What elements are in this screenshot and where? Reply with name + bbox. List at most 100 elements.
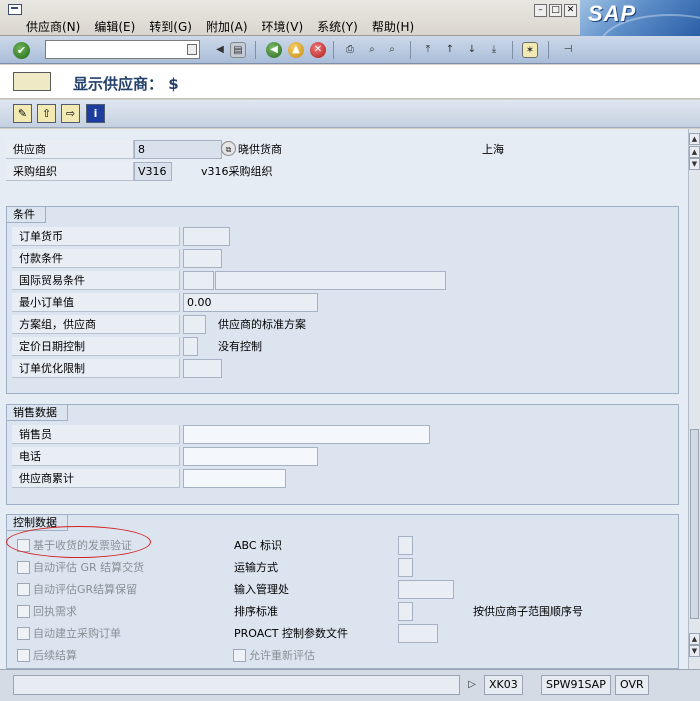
vendor-field[interactable]: 8: [134, 140, 222, 159]
save-icon[interactable]: ▤: [230, 42, 246, 58]
customs-office-field[interactable]: [398, 580, 454, 599]
maximize-icon[interactable]: □: [549, 4, 562, 17]
ers-delivery-checkbox[interactable]: [17, 561, 30, 574]
prev-page-icon[interactable]: ↑: [442, 42, 458, 58]
status-transaction: XK03: [484, 675, 523, 695]
ers-delivery-label: 自动评估 GR 结算交货: [33, 561, 145, 574]
menu-vendor[interactable]: 供应商(N): [26, 18, 86, 35]
order-currency-label: 订单货币: [12, 227, 180, 246]
vertical-scrollbar[interactable]: ▲ ▲ ▼ ▲ ▼: [688, 129, 700, 669]
scroll-up-icon[interactable]: ▲: [689, 146, 700, 158]
menu-environment[interactable]: 环境(V): [262, 18, 310, 35]
first-page-icon[interactable]: ⤒: [420, 42, 436, 58]
menu-extras[interactable]: 附加(A): [206, 18, 254, 35]
scroll-thumb[interactable]: [690, 429, 699, 619]
status-expand-icon[interactable]: ▷: [466, 677, 478, 693]
purchasing-org-field[interactable]: V316: [134, 162, 172, 181]
status-message: [13, 675, 460, 695]
other-vendor-icon[interactable]: ⇧: [37, 104, 56, 123]
min-order-value-label: 最小订单值: [12, 293, 180, 312]
command-input[interactable]: [46, 41, 182, 58]
customs-office-label: 输入管理处: [234, 583, 289, 596]
vendor-acc-field[interactable]: [183, 469, 286, 488]
exit-icon[interactable]: ▲: [288, 42, 304, 58]
payment-terms-field[interactable]: [183, 249, 222, 268]
info-icon[interactable]: i: [86, 104, 105, 123]
scroll-bottom-up-icon[interactable]: ▼: [689, 645, 700, 657]
page-title: 显示供应商： $: [73, 75, 179, 93]
purchasing-org-label: 采购组织: [6, 162, 134, 181]
system-menu-icon[interactable]: [8, 4, 22, 15]
application-toolbar: ✎ ⇧ ⇨ i: [0, 100, 700, 128]
ers-reservation-checkbox[interactable]: [17, 583, 30, 596]
vendor-detail-icon[interactable]: ⧉: [221, 141, 236, 156]
incoterms-label: 国际贸易条件: [12, 271, 180, 290]
conditions-title: 条件: [7, 207, 46, 223]
scroll-down-icon[interactable]: ▼: [689, 158, 700, 170]
command-field[interactable]: [45, 40, 200, 59]
abc-indicator-field[interactable]: [398, 536, 413, 555]
shortcut-icon[interactable]: ⊣: [560, 42, 576, 58]
vendor-city: 上海: [482, 143, 504, 156]
order-optim-field[interactable]: [183, 359, 222, 378]
nav-back-icon[interactable]: ◀: [212, 42, 228, 58]
min-order-value-field[interactable]: 0.00: [183, 293, 318, 312]
revaluation-checkbox[interactable]: [233, 649, 246, 662]
order-optim-label: 订单优化限制: [12, 359, 180, 378]
next-page-icon[interactable]: ↓: [464, 42, 480, 58]
proact-profile-field[interactable]: [398, 624, 438, 643]
enter-icon[interactable]: ✔: [13, 42, 30, 59]
schema-group-desc: 供应商的标准方案: [218, 318, 306, 331]
incoterms-field[interactable]: [183, 271, 214, 290]
status-bar: ▷ XK03 SPW91SAP OVR: [0, 669, 700, 701]
last-page-icon[interactable]: ⤓: [486, 42, 502, 58]
new-session-icon[interactable]: ✶: [522, 42, 538, 58]
menu-edit[interactable]: 编辑(E): [94, 18, 141, 35]
status-system: SPW91SAP: [541, 675, 611, 695]
telephone-label: 电话: [12, 447, 180, 466]
ers-reservation-label: 自动评估GR结算保留: [33, 583, 138, 596]
print-icon[interactable]: ⎙: [342, 42, 358, 58]
sort-criterion-field[interactable]: [398, 602, 413, 621]
find-icon[interactable]: ⌕: [364, 42, 380, 58]
salesperson-field[interactable]: [183, 425, 430, 444]
schema-group-field[interactable]: [183, 315, 206, 334]
auto-po-label: 自动建立采购订单: [33, 627, 121, 640]
ack-reqd-label: 回执需求: [33, 605, 77, 618]
menu-help[interactable]: 帮助(H): [372, 18, 420, 35]
abc-indicator-label: ABC 标识: [234, 539, 283, 552]
cancel-icon[interactable]: ✕: [310, 42, 326, 58]
command-history-icon[interactable]: [187, 44, 197, 55]
next-screen-icon[interactable]: ⇨: [61, 104, 80, 123]
ack-reqd-checkbox[interactable]: [17, 605, 30, 618]
pricing-date-desc: 没有控制: [218, 340, 262, 353]
auto-po-checkbox[interactable]: [17, 627, 30, 640]
sales-data-title: 销售数据: [7, 405, 68, 421]
subseq-settlement-checkbox[interactable]: [17, 649, 30, 662]
back-icon[interactable]: ◀: [266, 42, 282, 58]
incoterms-2-field[interactable]: [215, 271, 446, 290]
schema-group-label: 方案组，供应商: [12, 315, 180, 334]
scroll-page-down-icon[interactable]: ▲: [689, 633, 700, 645]
display-change-icon[interactable]: ✎: [13, 104, 32, 123]
close-icon[interactable]: ✕: [564, 4, 577, 17]
find-next-icon[interactable]: ⌕: [384, 42, 400, 58]
telephone-field[interactable]: [183, 447, 318, 466]
order-currency-field[interactable]: [183, 227, 230, 246]
status-mode[interactable]: OVR: [615, 675, 649, 695]
subseq-settlement-label: 后续结算: [33, 649, 77, 662]
pricing-date-label: 定价日期控制: [12, 337, 180, 356]
proact-profile-label: PROACT 控制参数文件: [234, 627, 348, 640]
pricing-date-field[interactable]: [183, 337, 198, 356]
sort-criterion-desc: 按供应商子范围顺序号: [473, 605, 583, 618]
menu-bar: 供应商(N) 编辑(E) 转到(G) 附加(A) 环境(V) 系统(Y) 帮助(…: [0, 0, 700, 36]
highlight-ellipse: [6, 526, 151, 558]
minimize-icon[interactable]: –: [534, 4, 547, 17]
mode-of-transport-field[interactable]: [398, 558, 413, 577]
screen-type-icon[interactable]: [13, 72, 51, 91]
menu-goto[interactable]: 转到(G): [149, 18, 198, 35]
vendor-name: 晓供货商: [238, 143, 282, 156]
scroll-top-icon[interactable]: ▲: [689, 133, 700, 145]
standard-toolbar: ✔ ◀ ▤ ◀ ▲ ✕ ⎙ ⌕ ⌕ ⤒ ↑ ↓ ⤓ ✶ ⊣: [0, 36, 700, 64]
menu-system[interactable]: 系统(Y): [317, 18, 364, 35]
